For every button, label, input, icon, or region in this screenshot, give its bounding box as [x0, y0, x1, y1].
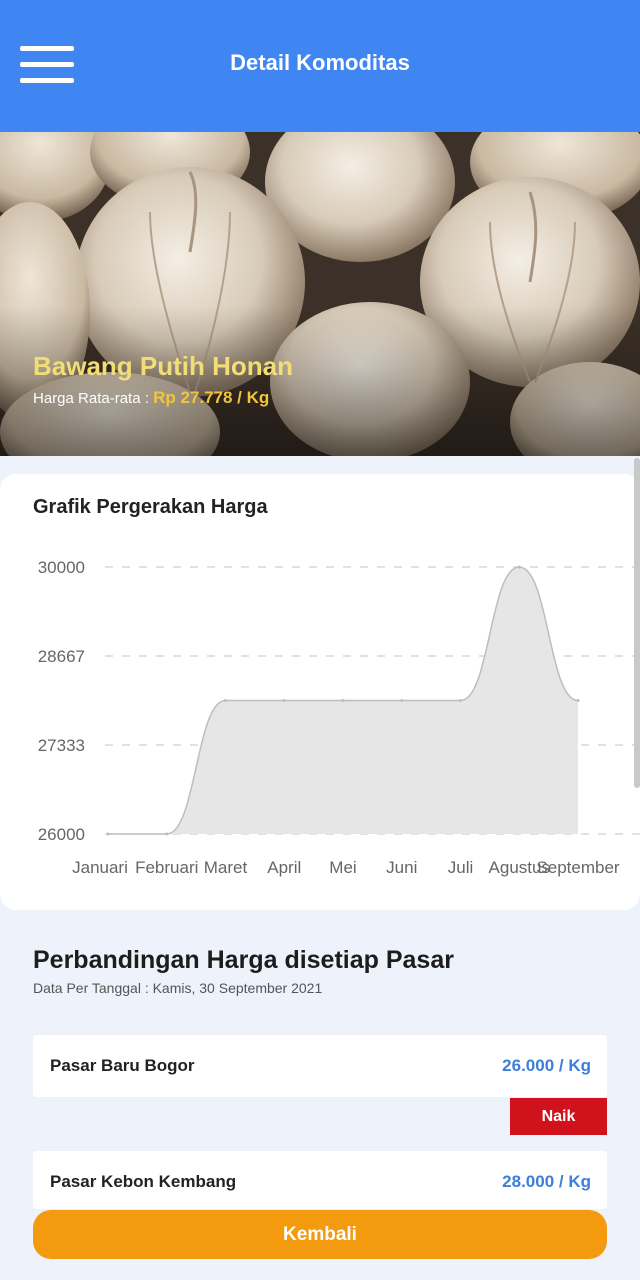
data-point: [224, 699, 227, 702]
data-point: [282, 699, 286, 702]
y-tick-label: 26000: [38, 825, 85, 844]
y-tick-label: 30000: [38, 558, 85, 577]
app-header: Detail Komoditas: [0, 0, 640, 132]
data-point: [459, 699, 462, 702]
market-row[interactable]: Pasar Baru Bogor 26.000 / Kg: [33, 1035, 607, 1097]
x-tick-label: April: [267, 858, 301, 877]
x-tick-label: Maret: [204, 858, 248, 877]
scrollbar[interactable]: [634, 458, 640, 788]
comparison-title: Perbandingan Harga disetiap Pasar: [33, 946, 454, 974]
market-name: Pasar Baru Bogor: [50, 1056, 195, 1075]
data-point: [400, 699, 404, 702]
commodity-name: Bawang Putih Honan: [33, 351, 293, 381]
market-name: Pasar Kebon Kembang: [50, 1172, 237, 1191]
page-title: Detail Komoditas: [230, 50, 410, 75]
data-point: [165, 832, 169, 836]
y-tick-label: 28667: [38, 647, 85, 666]
price-chart-card: Grafik Pergerakan Harga 30000 28667 27333 2…: [0, 474, 640, 910]
market-price: 26.000 / Kg: [502, 1056, 591, 1075]
market-row[interactable]: Pasar Kebon Kembang 28.000 / Kg: [33, 1151, 607, 1209]
back-button[interactable]: Kembali: [33, 1210, 607, 1259]
x-tick-label: Juni: [386, 858, 417, 877]
commodity-hero: Bawang Putih Honan Harga Rata-rata : Rp …: [0, 132, 640, 456]
data-point: [341, 699, 345, 702]
data-point: [106, 832, 110, 836]
average-price: Harga Rata-rata : Rp 27.778 / Kg: [33, 388, 269, 408]
x-tick-label: September: [536, 858, 619, 877]
x-tick-label: Juli: [448, 858, 474, 877]
data-point: [517, 565, 521, 569]
y-tick-label: 27333: [38, 736, 85, 755]
average-price-label: Harga Rata-rata :: [33, 390, 154, 407]
price-chart: 30000 28667 27333 26000 Januari Februari Maret…: [38, 558, 640, 877]
average-price-value: Rp 27.778 / Kg: [153, 388, 270, 407]
comparison-date: Data Per Tanggal : Kamis, 30 September 2…: [33, 980, 323, 996]
data-point: [576, 699, 580, 702]
x-tick-label: Februari: [135, 858, 198, 877]
x-tick-label: Mei: [329, 858, 356, 877]
market-price: 28.000 / Kg: [502, 1172, 591, 1191]
x-tick-label: Januari: [72, 858, 128, 877]
price-status-badge: Naik: [510, 1098, 607, 1135]
